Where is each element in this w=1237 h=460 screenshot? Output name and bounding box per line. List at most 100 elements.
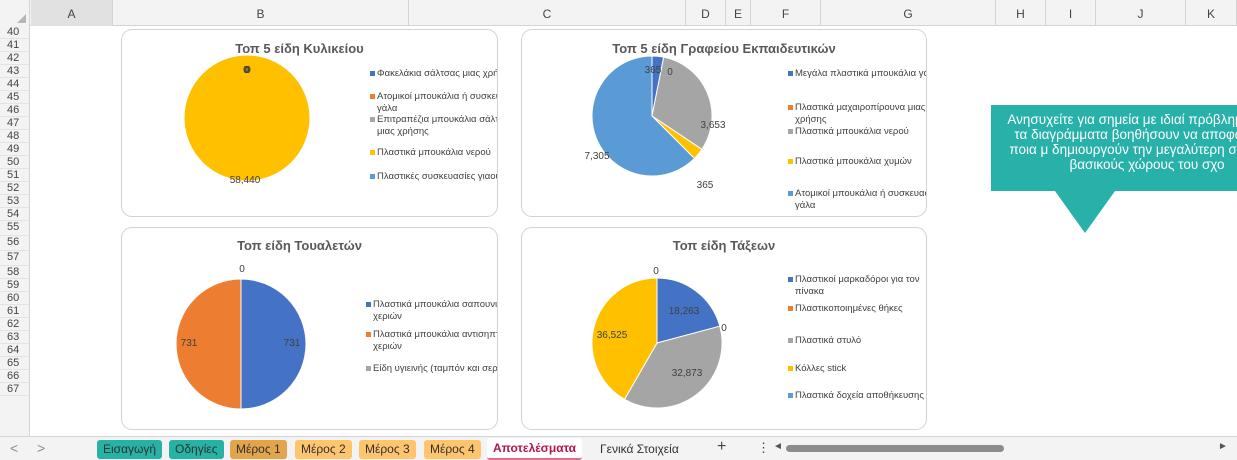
legend-label: Πλαστικά μπουκάλια σαπουνιού χεριών bbox=[373, 299, 498, 322]
column-header-a[interactable]: A bbox=[31, 0, 113, 26]
data-label: 7,305 bbox=[584, 151, 609, 162]
tab-meros-4[interactable]: Μέρος 4 bbox=[424, 440, 481, 459]
column-header-b[interactable]: B bbox=[113, 0, 409, 26]
row-header-bar: 40 41 42 43 44 45 46 47 48 49 50 51 52 53 54 55 56 57 58 59… bbox=[0, 26, 30, 436]
row-header[interactable]: 57 bbox=[0, 251, 29, 266]
data-label: 0 bbox=[653, 266, 659, 277]
column-header-c[interactable]: C bbox=[409, 0, 686, 26]
column-header-h[interactable]: H bbox=[996, 0, 1046, 26]
tab-genika-stoixeia[interactable]: Γενικά Στοιχεία bbox=[594, 440, 685, 459]
legend-item: Πλαστικοί μαρκαδόροι για τον πίνακα bbox=[788, 274, 926, 297]
row-header[interactable]: 65 bbox=[0, 357, 29, 370]
row-header[interactable]: 56 bbox=[0, 236, 29, 251]
legend-swatch bbox=[788, 338, 793, 343]
legend-label: Πλαστικά μπουκάλια χυμών bbox=[795, 156, 912, 167]
callout-pointer bbox=[1055, 191, 1115, 233]
tab-apotelesmata[interactable]: Αποτελέσματα bbox=[487, 438, 582, 460]
legend-swatch bbox=[788, 393, 793, 398]
tab-meros-3[interactable]: Μέρος 3 bbox=[359, 440, 416, 459]
column-header-g[interactable]: G bbox=[821, 0, 996, 26]
legend-item: Πλαστικά μπουκάλια νερού bbox=[370, 147, 497, 159]
legend-item: Πλαστικές συσκευασίες γιαουρτιού bbox=[370, 171, 497, 183]
row-header[interactable]: 44 bbox=[0, 78, 29, 91]
row-header[interactable]: 64 bbox=[0, 344, 29, 357]
sheet-tab-bar: < > Εισαγωγή Οδηγίες Μέρος 1 Μέρος 2 Μέρ… bbox=[0, 436, 1237, 460]
row-header[interactable]: 63 bbox=[0, 331, 29, 344]
row-header[interactable]: 41 bbox=[0, 39, 29, 52]
add-sheet-icon[interactable]: + bbox=[717, 438, 726, 456]
row-header[interactable]: 46 bbox=[0, 104, 29, 117]
row-header[interactable]: 47 bbox=[0, 117, 29, 130]
callout-text: Ανησυχείτε για σημεία με ιδιαί πρόβλημα;… bbox=[1007, 112, 1237, 172]
column-header-k[interactable]: K bbox=[1186, 0, 1237, 26]
column-header-i[interactable]: I bbox=[1046, 0, 1096, 26]
legend-item: Μεγάλα πλαστικά μπουκάλια γάλα bbox=[788, 68, 926, 80]
row-header[interactable]: 67 bbox=[0, 383, 29, 396]
data-label: 36,525 bbox=[597, 330, 628, 341]
horizontal-scrollbar[interactable] bbox=[786, 445, 1211, 452]
column-header-f[interactable]: F bbox=[751, 0, 821, 26]
prev-sheet-icon[interactable]: < bbox=[10, 440, 18, 456]
row-header[interactable]: 53 bbox=[0, 195, 29, 208]
info-callout[interactable]: Ανησυχείτε για σημεία με ιδιαί πρόβλημα;… bbox=[991, 105, 1237, 191]
legend-label: Πλαστικά δοχεία αποθήκευσης bbox=[795, 390, 924, 401]
column-header-e[interactable]: E bbox=[726, 0, 751, 26]
legend-swatch bbox=[788, 191, 793, 196]
tab-meros-2[interactable]: Μέρος 2 bbox=[295, 440, 352, 459]
row-header[interactable]: 48 bbox=[0, 130, 29, 143]
row-header[interactable]: 50 bbox=[0, 156, 29, 169]
row-header[interactable]: 54 bbox=[0, 208, 29, 221]
chart-toualetes[interactable]: Τοπ είδη Τουαλετών 731 731 0 Πλαστικά μπου… bbox=[121, 227, 498, 430]
row-header[interactable]: 51 bbox=[0, 169, 29, 182]
data-label: 0 bbox=[243, 65, 249, 76]
row-header[interactable]: 61 bbox=[0, 305, 29, 318]
legend-swatch bbox=[788, 366, 793, 371]
legend-item: Ατομικοί μπουκάλια ή συσκευασίες γάλα bbox=[370, 91, 497, 114]
legend-item: Πλαστικά μπουκάλια χυμών bbox=[788, 156, 926, 168]
tab-meros-1[interactable]: Μέρος 1 bbox=[230, 440, 287, 459]
legend-item: Φακελάκια σάλτσας μιας χρήσης bbox=[370, 68, 497, 80]
legend-item: Ατομικοί μπουκάλια ή συσκευασίες γάλα bbox=[788, 188, 926, 211]
legend-swatch bbox=[366, 332, 371, 337]
row-header[interactable]: 42 bbox=[0, 52, 29, 65]
next-sheet-icon[interactable]: > bbox=[37, 440, 45, 456]
legend-swatch bbox=[788, 129, 793, 134]
tab-eisagogi[interactable]: Εισαγωγή bbox=[97, 440, 163, 459]
row-header[interactable]: 62 bbox=[0, 318, 29, 331]
column-header-j[interactable]: J bbox=[1096, 0, 1186, 26]
row-header[interactable]: 59 bbox=[0, 279, 29, 292]
row-header[interactable]: 43 bbox=[0, 65, 29, 78]
legend-swatch bbox=[788, 306, 793, 311]
scroll-left-icon[interactable]: ◄ bbox=[773, 441, 783, 452]
legend-label: Ατομικοί μπουκάλια ή συσκευασίες γάλα bbox=[377, 91, 497, 114]
select-all-corner[interactable] bbox=[0, 0, 30, 26]
row-header[interactable]: 45 bbox=[0, 91, 29, 104]
legend-label: Πλαστικά μπουκάλια αντισηπτικού χεριών bbox=[373, 329, 497, 352]
legend-swatch bbox=[370, 150, 375, 155]
data-label: 58,440 bbox=[230, 175, 261, 186]
legend-swatch bbox=[370, 71, 375, 76]
legend-item: Κόλλες stick bbox=[788, 363, 926, 375]
column-header-d[interactable]: D bbox=[686, 0, 726, 26]
more-options-icon[interactable]: ⋮ bbox=[757, 440, 770, 456]
legend-swatch bbox=[788, 159, 793, 164]
scroll-right-icon[interactable]: ► bbox=[1218, 441, 1228, 452]
legend-item: Πλαστικά μπουκάλια σαπουνιού χεριών bbox=[366, 299, 498, 322]
row-header[interactable]: 52 bbox=[0, 182, 29, 195]
scrollbar-thumb[interactable] bbox=[786, 445, 1004, 452]
row-header[interactable]: 60 bbox=[0, 292, 29, 305]
legend-swatch bbox=[370, 117, 375, 122]
chart-kyliko[interactable]: Τοπ 5 είδη Κυλικείου 0 0 0 58,440 0 Φακελάκι… bbox=[121, 29, 498, 217]
chart-grafeio[interactable]: Τοπ 5 είδη Γραφείου Εκπαιδευτικών 365 0 3,… bbox=[521, 29, 927, 217]
legend-label: Πλαστικοί μαρκαδόροι για τον πίνακα bbox=[795, 274, 920, 297]
legend-item: Πλαστικά μπουκάλια νερού bbox=[788, 126, 926, 138]
row-header[interactable]: 40 bbox=[0, 26, 29, 39]
chart-takseis[interactable]: Τοπ είδη Τάξεων 18,263 0 32,873 36,525 0 Πλα… bbox=[521, 227, 927, 430]
row-header[interactable]: 58 bbox=[0, 266, 29, 279]
row-header[interactable]: 66 bbox=[0, 370, 29, 383]
row-header[interactable]: 49 bbox=[0, 143, 29, 156]
legend-label: Επιτραπέζια μπουκάλια σάλτσας μιας χρήση… bbox=[377, 114, 497, 137]
tab-odigies[interactable]: Οδηγίες bbox=[169, 440, 224, 459]
legend-label: Πλαστικοποιημένες θήκες bbox=[795, 303, 903, 314]
row-header[interactable]: 55 bbox=[0, 221, 29, 236]
